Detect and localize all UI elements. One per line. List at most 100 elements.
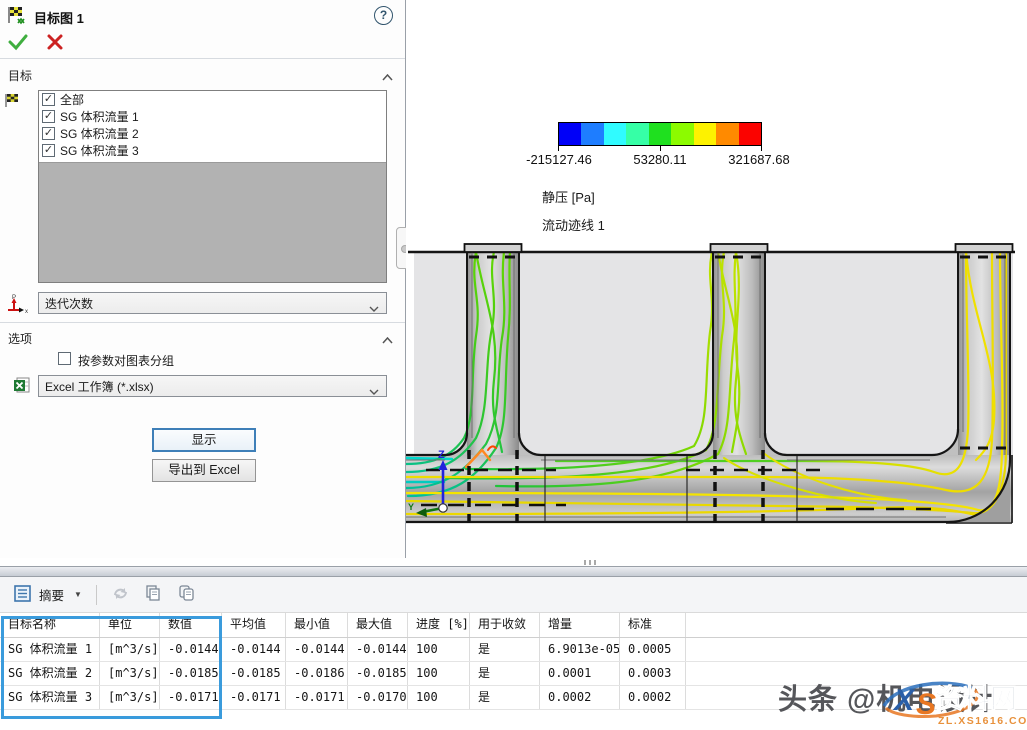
pane-resize-grip[interactable]	[584, 560, 596, 565]
export-to-excel-button[interactable]: 导出到 Excel	[152, 459, 256, 482]
cell: 100	[408, 662, 470, 685]
pressure-colorbar	[558, 122, 762, 146]
tick	[558, 146, 559, 151]
goal-item-label: SG 体积流量 2	[60, 125, 139, 142]
group-by-parameter-checkbox[interactable]	[58, 352, 71, 365]
cell: -0.0144	[222, 638, 286, 661]
column-header: 增量	[540, 613, 620, 637]
summary-dropdown[interactable]: 摘要	[39, 585, 64, 604]
tick	[660, 146, 661, 151]
cell: -0.0171	[160, 686, 222, 709]
checkbox-checked-icon[interactable]: ✓	[42, 144, 55, 157]
cell: -0.0144	[160, 638, 222, 661]
cell: 是	[470, 662, 540, 685]
export-format-dropdown[interactable]: Excel 工作簿 (*.xlsx)	[38, 375, 387, 397]
legend-mid-value: 53280.11	[633, 152, 686, 167]
cancel-button[interactable]	[46, 33, 64, 54]
divider	[0, 322, 405, 323]
goal-item-label: SG 体积流量 1	[60, 108, 139, 125]
cell: 6.9013e-05	[540, 638, 620, 661]
refresh-icon[interactable]	[111, 585, 130, 605]
caret-down-icon[interactable]: ▼	[74, 590, 82, 599]
cell: 是	[470, 638, 540, 661]
cell-filler	[686, 638, 1027, 661]
legend-min-value: -215127.46	[526, 152, 592, 167]
collapse-chevron-icon[interactable]	[382, 333, 393, 347]
export-format-value: Excel 工作簿 (*.xlsx)	[45, 378, 154, 395]
watermark-logo: X S 资料网 ZL.XS1616.COM	[876, 664, 1027, 730]
cell: -0.0170	[348, 686, 408, 709]
svg-text:Y: Y	[408, 502, 414, 512]
column-header: 用于收敛	[470, 613, 540, 637]
checkbox-checked-icon[interactable]: ✓	[42, 127, 55, 140]
legend-max-value: 321687.68	[728, 152, 789, 167]
column-header: 标准	[620, 613, 686, 637]
watermark: 头条 @机电设计 X S 资料网 ZL.XS1616.COM	[768, 664, 1027, 730]
column-header: 最大值	[348, 613, 408, 637]
cell: [m^3/s]	[100, 662, 160, 685]
svg-text:Z: Z	[438, 449, 445, 461]
legend-parameter-label: 静压 [Pa]	[542, 187, 595, 206]
graphics-viewport[interactable]: Z Y -215127.46 53280.11 321687.68 静压 [Pa…	[406, 0, 1027, 565]
cell: -0.0186	[286, 662, 348, 685]
copy-all-icon[interactable]	[178, 584, 196, 605]
cell: 0.0003	[620, 662, 686, 685]
excel-icon	[12, 376, 32, 399]
abscissa-dropdown[interactable]: 迭代次数	[38, 292, 387, 314]
tick	[761, 146, 762, 151]
table-row[interactable]: SG 体积流量 1 [m^3/s] -0.0144 -0.0144 -0.014…	[0, 638, 1027, 662]
column-header: 单位	[100, 613, 160, 637]
column-header: 数值	[160, 613, 222, 637]
logo-url-text: ZL.XS1616.COM	[938, 715, 1027, 727]
logo-xs-text: X	[892, 684, 916, 717]
cell: 0.0002	[620, 686, 686, 709]
svg-text:S: S	[916, 688, 936, 721]
cell: [m^3/s]	[100, 638, 160, 661]
goals-flag-icon	[4, 92, 20, 111]
cell: SG 体积流量 1	[0, 638, 100, 661]
cell: SG 体积流量 2	[0, 662, 100, 685]
column-header: 进度 [%]	[408, 613, 470, 637]
collapse-chevron-icon[interactable]	[382, 70, 393, 84]
goal-item-2[interactable]: ✓ SG 体积流量 2	[39, 125, 386, 142]
logo-name-text: 资料网	[936, 684, 1017, 714]
copy-icon[interactable]	[144, 584, 162, 605]
cell: 0.0001	[540, 662, 620, 685]
goals-section-header: 目标	[8, 67, 32, 84]
abscissa-value: 迭代次数	[45, 295, 93, 312]
svg-text:x: x	[25, 309, 28, 315]
cfd-model: Z Y	[406, 0, 1027, 565]
cell: -0.0185	[160, 662, 222, 685]
goal-item-1[interactable]: ✓ SG 体积流量 1	[39, 108, 386, 125]
goal-item-label: 全部	[60, 91, 84, 108]
summary-icon[interactable]	[14, 585, 31, 605]
goal-item-all[interactable]: ✓ 全部	[39, 91, 386, 108]
ok-button[interactable]	[8, 33, 28, 54]
show-button[interactable]: 显示	[152, 428, 256, 452]
goal-item-label: SG 体积流量 3	[60, 142, 139, 159]
toolbar-separator	[96, 585, 97, 605]
cell: -0.0171	[286, 686, 348, 709]
checkbox-checked-icon[interactable]: ✓	[42, 93, 55, 106]
help-icon[interactable]: ?	[374, 6, 393, 25]
cell: -0.0171	[222, 686, 286, 709]
cell: -0.0144	[286, 638, 348, 661]
cell: 0.0005	[620, 638, 686, 661]
cell: 是	[470, 686, 540, 709]
cell: SG 体积流量 3	[0, 686, 100, 709]
group-by-parameter-label: 按参数对图表分组	[78, 352, 174, 369]
goal-item-3[interactable]: ✓ SG 体积流量 3	[39, 142, 386, 159]
cell: 100	[408, 686, 470, 709]
goal-plot-icon	[6, 5, 28, 28]
cell: -0.0185	[348, 662, 408, 685]
cell: 0.0002	[540, 686, 620, 709]
options-section-header: 选项	[8, 330, 32, 347]
table-header-row: 目标名称 单位 数值 平均值 最小值 最大值 进度 [%] 用于收敛 增量 标准	[0, 613, 1027, 638]
results-toolbar: 摘要 ▼	[0, 577, 1027, 613]
pane-titlebar[interactable]	[0, 566, 1027, 577]
panel-title: 目标图 1	[34, 8, 84, 27]
cell: -0.0185	[222, 662, 286, 685]
checkbox-checked-icon[interactable]: ✓	[42, 110, 55, 123]
goals-list: ✓ 全部 ✓ SG 体积流量 1 ✓ SG 体积流量 2 ✓ SG 体积流量 3	[38, 90, 387, 283]
chevron-down-icon	[369, 301, 379, 315]
